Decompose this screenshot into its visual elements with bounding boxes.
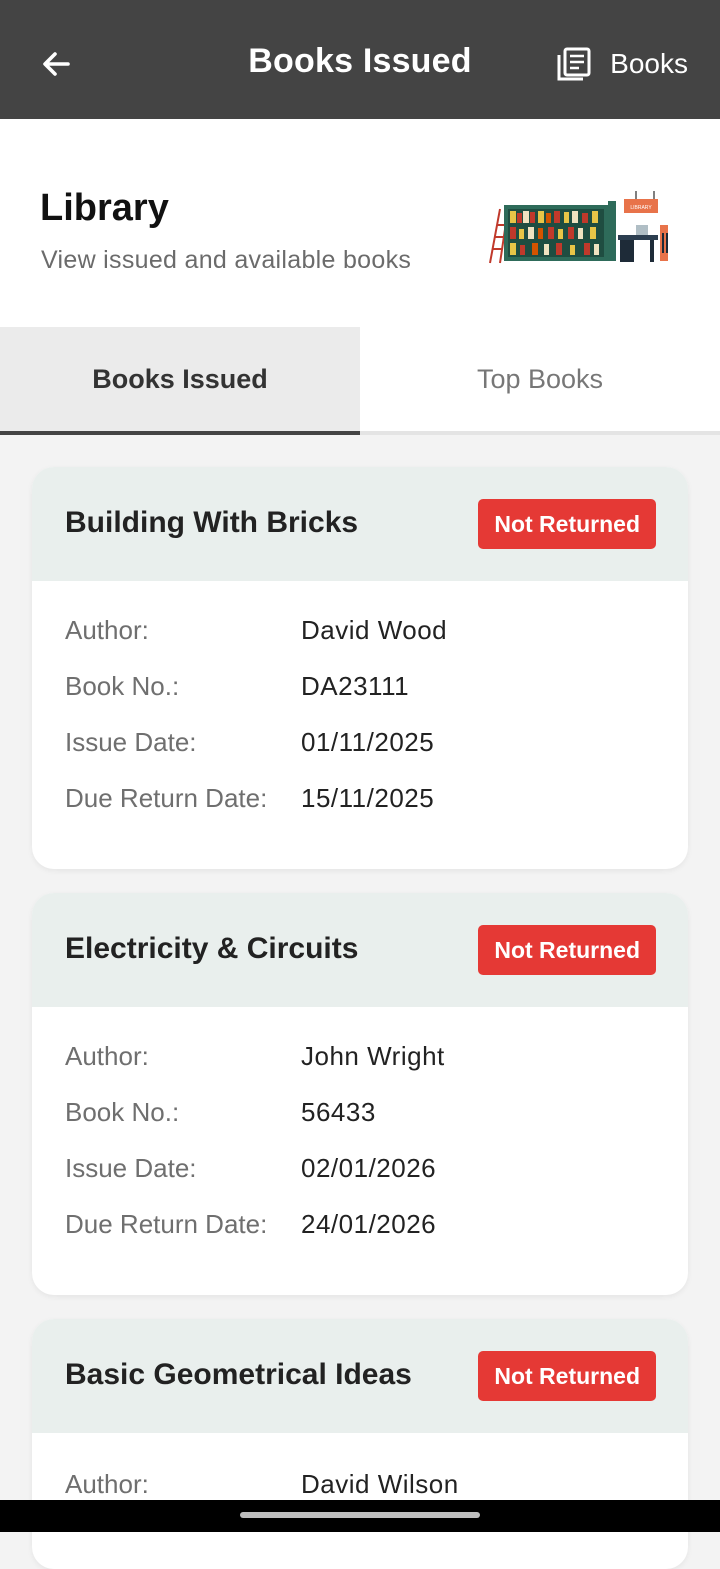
author-value: David Wood — [301, 615, 448, 645]
status-badge: Not Returned — [478, 925, 656, 975]
author-label: Author: — [65, 615, 149, 645]
tab-top-books[interactable]: Top Books — [360, 327, 720, 431]
books-button-label: Books — [610, 48, 688, 79]
library-subtitle: View issued and available books — [41, 246, 412, 274]
library-header: Library View issued and available books — [0, 119, 720, 327]
library-sign-text: LIBRARY — [630, 205, 652, 211]
author-row: Author: John Wright — [65, 1041, 655, 1097]
author-label: Author: — [65, 1041, 149, 1071]
gesture-handle[interactable] — [240, 1512, 480, 1518]
book-title: Basic Geometrical Ideas — [65, 1358, 412, 1391]
issue-date-row: Issue Date: 01/11/2025 — [65, 727, 655, 783]
book-no-row: Book No.: DA23111 — [65, 671, 655, 727]
book-card-header: Electricity & Circuits Not Returned — [32, 893, 688, 1007]
book-title: Building With Bricks — [65, 506, 359, 539]
due-date-value: 15/11/2025 — [301, 783, 435, 813]
book-card[interactable]: Building With Bricks Not Returned Author… — [32, 467, 688, 869]
book-no-label: Book No.: — [65, 1097, 180, 1127]
library-title: Library — [40, 187, 169, 229]
issue-date-value: 01/11/2025 — [301, 727, 435, 757]
author-value: John Wright — [301, 1041, 445, 1071]
due-date-row: Due Return Date: 15/11/2025 — [65, 783, 655, 839]
book-list-icon — [557, 47, 591, 81]
author-row: Author: David Wood — [65, 615, 655, 671]
book-card-header: Building With Bricks Not Returned — [32, 467, 688, 581]
book-no-label: Book No.: — [65, 671, 180, 701]
book-details: Author: John Wright Book No.: 56433 Issu… — [32, 1007, 688, 1265]
book-no-row: Book No.: 56433 — [65, 1097, 655, 1153]
library-illustration: LIBRARY — [489, 191, 668, 264]
status-badge: Not Returned — [478, 499, 656, 549]
due-date-label: Due Return Date: — [65, 783, 268, 813]
due-date-label: Due Return Date: — [65, 1209, 268, 1239]
tab-bar: Books Issued Top Books — [0, 327, 720, 435]
book-no-value: 56433 — [301, 1097, 376, 1127]
app-bar: Books Issued Books — [0, 0, 720, 119]
due-date-value: 24/01/2026 — [301, 1209, 437, 1239]
issue-date-label: Issue Date: — [65, 1153, 197, 1183]
due-date-row: Due Return Date: 24/01/2026 — [65, 1209, 655, 1265]
book-no-value: DA23111 — [301, 671, 410, 701]
book-card[interactable]: Electricity & Circuits Not Returned Auth… — [32, 893, 688, 1295]
issue-date-value: 02/01/2026 — [301, 1153, 437, 1183]
author-value: David Wilson — [301, 1469, 459, 1499]
book-card-header: Basic Geometrical Ideas Not Returned — [32, 1319, 688, 1433]
issue-date-label: Issue Date: — [65, 727, 197, 757]
author-label: Author: — [65, 1469, 149, 1499]
status-badge: Not Returned — [478, 1351, 656, 1401]
tab-books-issued[interactable]: Books Issued — [0, 327, 360, 435]
system-nav-bar — [0, 1500, 720, 1532]
book-title: Electricity & Circuits — [65, 932, 359, 965]
book-details: Author: David Wood Book No.: DA23111 Iss… — [32, 581, 688, 839]
issue-date-row: Issue Date: 02/01/2026 — [65, 1153, 655, 1209]
books-button[interactable]: Books — [556, 44, 688, 84]
